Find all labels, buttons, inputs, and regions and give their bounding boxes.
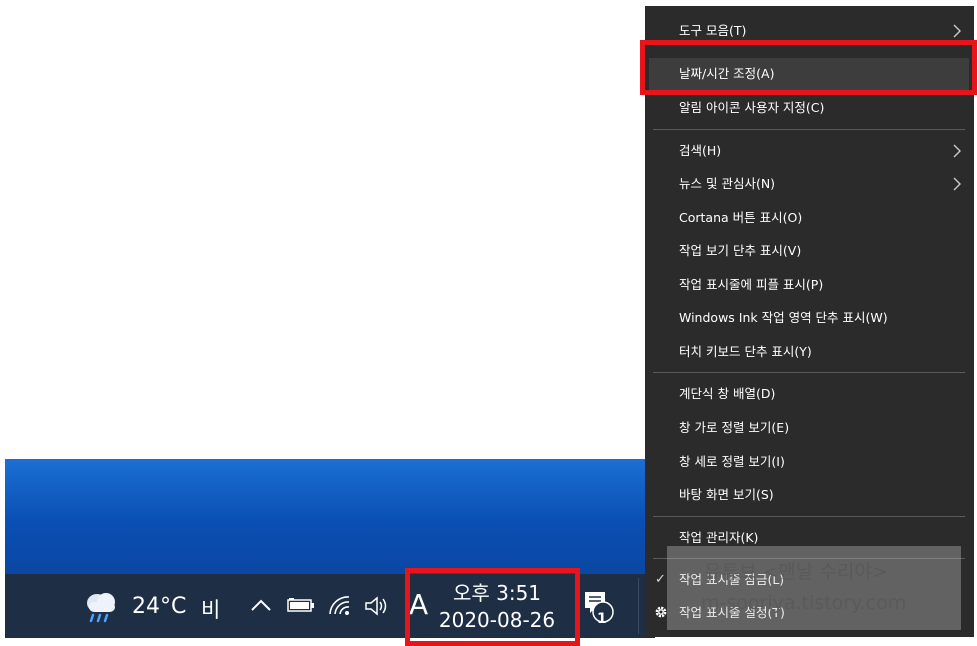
menu-item-adjust-date-time[interactable]: 날짜/시간 조정(A) (649, 58, 969, 90)
menu-item-label: Windows Ink 작업 영역 단추 표시(W) (679, 310, 888, 325)
chevron-right-icon (953, 177, 961, 191)
menu-item-show-touch-keyboard[interactable]: 터치 키보드 단추 표시(Y) (645, 336, 974, 368)
watermark-line1: 유튜브 <맨날 수리야> (704, 561, 888, 583)
clock-date: 2020-08-26 (438, 608, 556, 632)
menu-item-label: 창 가로 정렬 보기(E) (679, 420, 790, 435)
weather-description[interactable]: 비 (201, 594, 220, 624)
menu-item-news-interests[interactable]: 뉴스 및 관심사(N) (645, 168, 974, 200)
checkmark-icon: ✓ (655, 572, 666, 587)
menu-item-label: 터치 키보드 단추 표시(Y) (679, 344, 812, 359)
menu-item-label: Cortana 버튼 표시(O) (679, 210, 803, 225)
menu-item-toolbars[interactable]: 도구 모음(T) (645, 15, 974, 47)
menu-item-label: 바탕 화면 보기(S) (679, 487, 774, 502)
taskbar-context-menu: 도구 모음(T) 날짜/시간 조정(A) 알림 아이콘 사용자 지정(C) 검색… (645, 6, 974, 637)
weather-temperature[interactable]: 24°C (132, 594, 186, 619)
chevron-up-icon[interactable] (249, 596, 273, 614)
menu-item-show-cortana[interactable]: Cortana 버튼 표시(O) (645, 202, 974, 234)
watermark-line2: m-sooriya.tistory.com (701, 592, 907, 614)
taskbar[interactable]: 24°C 비 A 오후 3:51 2020-08-26 1 (5, 574, 655, 638)
menu-item-label: 작업 보기 단추 표시(V) (679, 243, 802, 258)
menu-item-cascade-windows[interactable]: 계단식 창 배열(D) (645, 378, 974, 410)
taskbar-divider (638, 578, 639, 634)
menu-item-label: 알림 아이콘 사용자 지정(C) (679, 100, 825, 115)
chevron-right-icon (953, 24, 961, 38)
menu-item-label: 날짜/시간 조정(A) (679, 66, 775, 81)
menu-separator (653, 372, 965, 373)
menu-separator (653, 516, 965, 517)
menu-item-label: 도구 모음(T) (679, 23, 747, 38)
menu-item-label: 작업 관리자(K) (679, 530, 759, 545)
rain-cloud-icon[interactable] (83, 590, 119, 624)
menu-item-label: 뉴스 및 관심사(N) (679, 176, 776, 191)
clock-time: 오후 3:51 (452, 581, 542, 605)
menu-item-show-windows-ink[interactable]: Windows Ink 작업 영역 단추 표시(W) (645, 302, 974, 334)
notification-badge: 1 (597, 611, 607, 627)
menu-item-side-by-side[interactable]: 창 세로 정렬 보기(I) (645, 446, 974, 478)
speaker-icon[interactable] (363, 595, 391, 617)
chevron-right-icon (953, 144, 961, 158)
menu-item-label: 작업 표시줄에 피플 표시(P) (679, 277, 824, 292)
menu-item-show-desktop[interactable]: 바탕 화면 보기(S) (645, 479, 974, 511)
wifi-icon[interactable] (327, 594, 353, 616)
gear-icon (655, 606, 667, 618)
menu-item-show-people[interactable]: 작업 표시줄에 피플 표시(P) (645, 269, 974, 301)
taskbar-clock[interactable]: 오후 3:51 2020-08-26 (411, 574, 583, 638)
menu-item-customize-notification-icons[interactable]: 알림 아이콘 사용자 지정(C) (645, 92, 974, 124)
menu-item-label: 검색(H) (679, 143, 722, 158)
menu-item-search[interactable]: 검색(H) (645, 135, 974, 167)
menu-item-label: 창 세로 정렬 보기(I) (679, 454, 785, 469)
menu-item-stack-windows[interactable]: 창 가로 정렬 보기(E) (645, 412, 974, 444)
battery-icon[interactable] (287, 598, 315, 612)
menu-item-show-task-view[interactable]: 작업 보기 단추 표시(V) (645, 235, 974, 267)
menu-separator (653, 129, 965, 130)
watermark: 유튜브 <맨날 수리야> m-sooriya.tistory.com (667, 546, 961, 630)
desktop-background (5, 459, 645, 574)
menu-item-label: 계단식 창 배열(D) (679, 386, 776, 401)
